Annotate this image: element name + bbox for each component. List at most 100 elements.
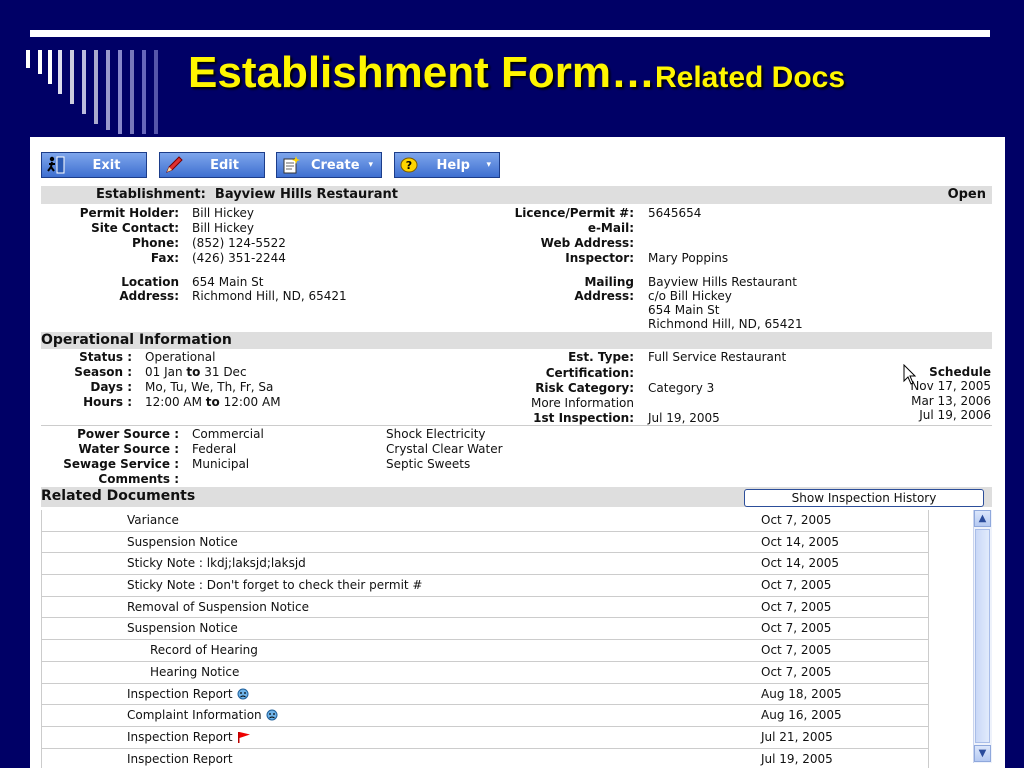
related-document-name[interactable]: Inspection Report [127,730,251,744]
water-provider-value: Crystal Clear Water [386,442,503,456]
related-document-name[interactable]: Suspension Notice [127,621,238,635]
scroll-down-icon[interactable]: ▼ [974,745,991,762]
related-document-title: Variance [127,513,179,527]
related-document-date: Aug 18, 2005 [761,686,842,701]
new-document-icon [280,154,302,176]
create-label: Create [310,157,360,173]
licence-label: Licence/Permit #: [514,206,634,220]
related-document-title: Removal of Suspension Notice [127,599,309,614]
est-type-label: Est. Type: [568,350,634,364]
related-document-name[interactable]: Inspection Report [127,687,249,701]
related-documents-title: Related Documents [41,488,196,504]
exit-button[interactable]: Exit [41,152,147,178]
related-document-row[interactable]: Inspection Report Aug 18, 2005 [42,684,928,706]
edit-button[interactable]: Edit [159,152,265,178]
related-document-date: Oct 14, 2005 [761,556,839,571]
mailing-label-line2: Address: [574,289,634,303]
slide-title-main: Establishment Form… [188,48,655,97]
hours-label: Hours : [83,395,132,409]
email-label: e-Mail: [587,221,634,235]
mailing-address-line2: c/o Bill Hickey [648,289,732,303]
related-document-row[interactable]: Inspection Report Jul 21, 2005 [42,727,928,749]
related-document-title: Complaint Information [127,708,262,723]
related-document-title: Record of Hearing [150,643,258,658]
related-document-name[interactable]: Hearing Notice [150,665,239,679]
location-address-line1: 654 Main St [192,275,264,289]
related-document-date: Jul 21, 2005 [761,729,833,744]
related-document-name[interactable]: Sticky Note : Don't forget to check thei… [127,578,423,592]
more-information-link[interactable]: More Information [531,396,634,410]
scroll-thumb[interactable] [975,529,990,743]
related-document-name[interactable]: Record of Hearing [150,643,258,657]
related-document-row[interactable]: Sticky Note : Don't forget to check thei… [42,575,928,597]
related-document-name[interactable]: Removal of Suspension Notice [127,600,309,614]
certification-label: Certification: [545,366,634,380]
related-document-name[interactable]: Suspension Notice [127,535,238,549]
water-source-label: Water Source : [78,442,179,456]
comments-label: Comments : [98,472,179,486]
hours-to-word: to [205,395,220,409]
web-address-label: Web Address: [540,236,634,250]
days-label: Days : [90,380,132,394]
power-provider-value: Shock Electricity [386,427,486,441]
season-to-word: to [186,365,201,379]
fax-label: Fax: [150,251,179,265]
power-source-value: Commercial [192,427,264,441]
related-document-date: Oct 7, 2005 [761,643,832,658]
licence-value: 5645654 [648,206,702,220]
status-value: Operational [145,350,216,364]
schedule-label: Schedule [929,365,991,379]
related-document-row[interactable]: Complaint Information Aug 16, 2005 [42,705,928,727]
inspector-label: Inspector: [565,251,634,265]
app-window: Exit Edit Create ▾ ? Help ▾ Establishmen… [30,137,1005,768]
create-dropdown-icon: ▾ [368,160,373,170]
related-document-title: Hearing Notice [150,664,240,679]
water-source-value: Federal [192,442,237,456]
related-document-row[interactable]: Suspension Notice Oct 7, 2005 [42,618,928,641]
mouse-pointer-icon [903,363,917,389]
status-label: Status : [79,350,132,364]
slide-title-sub: Related Docs [654,61,846,94]
site-contact-value: Bill Hickey [192,221,255,235]
related-document-row[interactable]: Inspection Report Jul 19, 2005 [42,749,928,768]
fax-value: (426) 351-2244 [192,251,286,265]
related-document-date: Aug 16, 2005 [761,708,842,723]
show-inspection-history-button[interactable]: Show Inspection History [744,489,984,507]
related-document-date: Oct 7, 2005 [761,621,832,636]
related-document-row[interactable]: Record of Hearing Oct 7, 2005 [42,640,928,662]
related-document-name[interactable]: Complaint Information [127,708,278,722]
est-type-value: Full Service Restaurant [648,350,787,364]
schedule-date-1: Nov 17, 2005 [910,379,991,393]
exit-label: Exit [92,157,121,173]
related-documents-scrollbar[interactable]: ▲ ▼ [973,510,992,763]
related-document-row[interactable]: Variance Oct 7, 2005 [42,510,928,532]
help-dropdown-icon: ▾ [486,160,491,170]
exit-door-icon [45,154,67,176]
establishment-name: Bayview Hills Restaurant [214,187,398,202]
help-button[interactable]: ? Help ▾ [394,152,500,178]
related-document-date: Oct 7, 2005 [761,664,832,679]
schedule-date-2: Mar 13, 2006 [911,394,991,408]
permit-holder-label: Permit Holder: [79,206,179,220]
related-document-name[interactable]: Variance [127,513,179,527]
scroll-up-icon[interactable]: ▲ [974,510,991,527]
related-document-name[interactable]: Sticky Note : lkdj;laksjd;laksjd [127,556,306,570]
related-document-name[interactable]: Inspection Report [127,752,233,766]
inspector-value: Mary Poppins [648,251,729,265]
mailing-address-line1: Bayview Hills Restaurant [648,275,797,289]
location-label-line2: Address: [119,289,179,303]
location-label-line1: Location [121,275,179,289]
power-source-label: Power Source : [77,427,179,441]
first-inspection-label: 1st Inspection: [533,411,634,425]
establishment-heading: Establishment: Bayview Hills Restaurant [96,187,398,202]
help-question-icon: ? [398,154,420,176]
related-document-date: Oct 7, 2005 [761,599,832,614]
related-document-row[interactable]: Removal of Suspension Notice Oct 7, 2005 [42,597,928,619]
create-button[interactable]: Create ▾ [276,152,382,178]
related-document-row[interactable]: Suspension Notice Oct 14, 2005 [42,532,928,554]
slide-title: Establishment Form…Related Docs [188,48,845,98]
risk-category-label: Risk Category: [535,381,634,395]
related-document-row[interactable]: Sticky Note : lkdj;laksjd;laksjd Oct 14, … [42,553,928,576]
schedule-date-3: Jul 19, 2006 [919,408,991,422]
related-document-row[interactable]: Hearing Notice Oct 7, 2005 [42,662,928,684]
